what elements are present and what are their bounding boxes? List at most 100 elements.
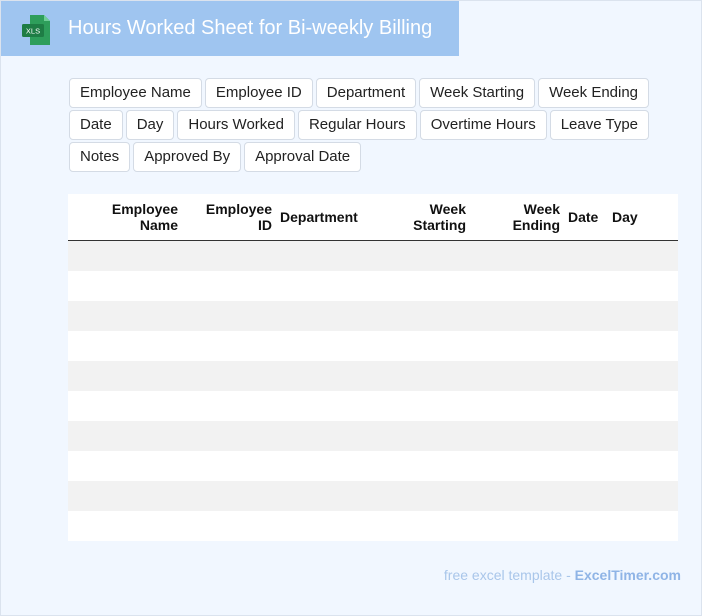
column-header-day[interactable]: Day bbox=[608, 194, 678, 241]
footer-brand-link[interactable]: ExcelTimer.com bbox=[575, 567, 681, 583]
field-chip[interactable]: Approval Date bbox=[244, 142, 362, 172]
table-cell[interactable] bbox=[276, 391, 368, 421]
table-cell[interactable] bbox=[68, 391, 182, 421]
table-cell[interactable] bbox=[368, 451, 470, 481]
table-cell[interactable] bbox=[68, 361, 182, 391]
table-cell[interactable] bbox=[182, 240, 276, 271]
table-cell[interactable] bbox=[368, 391, 470, 421]
table-cell[interactable] bbox=[608, 331, 678, 361]
table-cell[interactable] bbox=[608, 240, 678, 271]
table-cell[interactable] bbox=[470, 361, 564, 391]
table-cell[interactable] bbox=[68, 421, 182, 451]
table-row bbox=[68, 271, 678, 301]
table-cell[interactable] bbox=[182, 511, 276, 541]
field-chip[interactable]: Approved By bbox=[133, 142, 242, 172]
table-cell[interactable] bbox=[182, 481, 276, 511]
table-cell[interactable] bbox=[470, 451, 564, 481]
column-header-department[interactable]: Department bbox=[276, 194, 368, 241]
table-cell[interactable] bbox=[564, 301, 608, 331]
column-header-employee-id[interactable]: Employee ID bbox=[182, 194, 276, 241]
field-chip[interactable]: Day bbox=[125, 110, 175, 140]
table-cell[interactable] bbox=[608, 421, 678, 451]
table-cell[interactable] bbox=[368, 481, 470, 511]
table-cell[interactable] bbox=[276, 361, 368, 391]
column-header-week-ending[interactable]: Week Ending bbox=[470, 194, 564, 241]
table-cell[interactable] bbox=[276, 271, 368, 301]
table-cell[interactable] bbox=[608, 511, 678, 541]
table-cell[interactable] bbox=[182, 421, 276, 451]
table-cell[interactable] bbox=[470, 240, 564, 271]
table-cell[interactable] bbox=[68, 451, 182, 481]
table-cell[interactable] bbox=[470, 511, 564, 541]
table-cell[interactable] bbox=[564, 451, 608, 481]
table-cell[interactable] bbox=[564, 331, 608, 361]
table-cell[interactable] bbox=[608, 301, 678, 331]
table-cell[interactable] bbox=[470, 301, 564, 331]
table-cell[interactable] bbox=[470, 481, 564, 511]
table-cell[interactable] bbox=[608, 451, 678, 481]
table-cell[interactable] bbox=[68, 481, 182, 511]
table-header-row: Employee Name Employee ID Department Week S… bbox=[68, 194, 678, 241]
table-cell[interactable] bbox=[68, 301, 182, 331]
field-chip[interactable]: Hours Worked bbox=[177, 110, 295, 140]
table-cell[interactable] bbox=[368, 271, 470, 301]
table-cell[interactable] bbox=[564, 240, 608, 271]
table-cell[interactable] bbox=[608, 271, 678, 301]
field-chip[interactable]: Week Ending bbox=[538, 78, 650, 108]
table-cell[interactable] bbox=[276, 301, 368, 331]
field-chip[interactable]: Notes bbox=[69, 142, 131, 172]
table-cell[interactable] bbox=[276, 421, 368, 451]
table-cell[interactable] bbox=[276, 240, 368, 271]
column-header-line: Employee bbox=[205, 201, 272, 217]
table-cell[interactable] bbox=[182, 331, 276, 361]
table-cell[interactable] bbox=[564, 391, 608, 421]
table-cell[interactable] bbox=[368, 511, 470, 541]
table-cell[interactable] bbox=[182, 451, 276, 481]
table-row bbox=[68, 511, 678, 541]
table-cell[interactable] bbox=[68, 511, 182, 541]
table-row bbox=[68, 391, 678, 421]
table-cell[interactable] bbox=[564, 481, 608, 511]
field-chip[interactable]: Employee ID bbox=[204, 78, 313, 108]
table-cell[interactable] bbox=[470, 421, 564, 451]
column-header-employee-name[interactable]: Employee Name bbox=[68, 194, 182, 241]
field-chip[interactable]: Date bbox=[69, 110, 123, 140]
table-cell[interactable] bbox=[276, 451, 368, 481]
column-header-week-starting[interactable]: Week Starting bbox=[368, 194, 470, 241]
table-cell[interactable] bbox=[182, 391, 276, 421]
table-cell[interactable] bbox=[368, 421, 470, 451]
table-cell[interactable] bbox=[68, 240, 182, 271]
field-chip[interactable]: Regular Hours bbox=[297, 110, 417, 140]
table-cell[interactable] bbox=[470, 271, 564, 301]
field-chip[interactable]: Overtime Hours bbox=[419, 110, 547, 140]
table-cell[interactable] bbox=[276, 331, 368, 361]
table-cell[interactable] bbox=[608, 391, 678, 421]
table-cell[interactable] bbox=[182, 271, 276, 301]
table-cell[interactable] bbox=[470, 331, 564, 361]
table-cell[interactable] bbox=[368, 361, 470, 391]
table-cell[interactable] bbox=[564, 421, 608, 451]
table-cell[interactable] bbox=[564, 271, 608, 301]
table-cell[interactable] bbox=[608, 481, 678, 511]
header-bar: XLS Hours Worked Sheet for Bi-weekly Bil… bbox=[1, 1, 459, 56]
table-cell[interactable] bbox=[182, 301, 276, 331]
table-cell[interactable] bbox=[368, 240, 470, 271]
table-cell[interactable] bbox=[276, 511, 368, 541]
table-cell[interactable] bbox=[68, 331, 182, 361]
table-cell[interactable] bbox=[68, 271, 182, 301]
table-cell[interactable] bbox=[368, 301, 470, 331]
field-chip[interactable]: Department bbox=[315, 78, 417, 108]
table-cell[interactable] bbox=[470, 391, 564, 421]
field-chip[interactable]: Leave Type bbox=[549, 110, 650, 140]
table-cell[interactable] bbox=[276, 481, 368, 511]
table-cell[interactable] bbox=[368, 331, 470, 361]
table-cell[interactable] bbox=[608, 361, 678, 391]
timesheet-table: Employee Name Employee ID Department Week S… bbox=[68, 194, 678, 541]
table-cell[interactable] bbox=[564, 511, 608, 541]
table-cell[interactable] bbox=[564, 361, 608, 391]
table-cell[interactable] bbox=[182, 361, 276, 391]
column-header-date[interactable]: Date bbox=[564, 194, 608, 241]
field-chip[interactable]: Employee Name bbox=[69, 78, 202, 108]
field-chip[interactable]: Week Starting bbox=[419, 78, 536, 108]
table-row bbox=[68, 331, 678, 361]
